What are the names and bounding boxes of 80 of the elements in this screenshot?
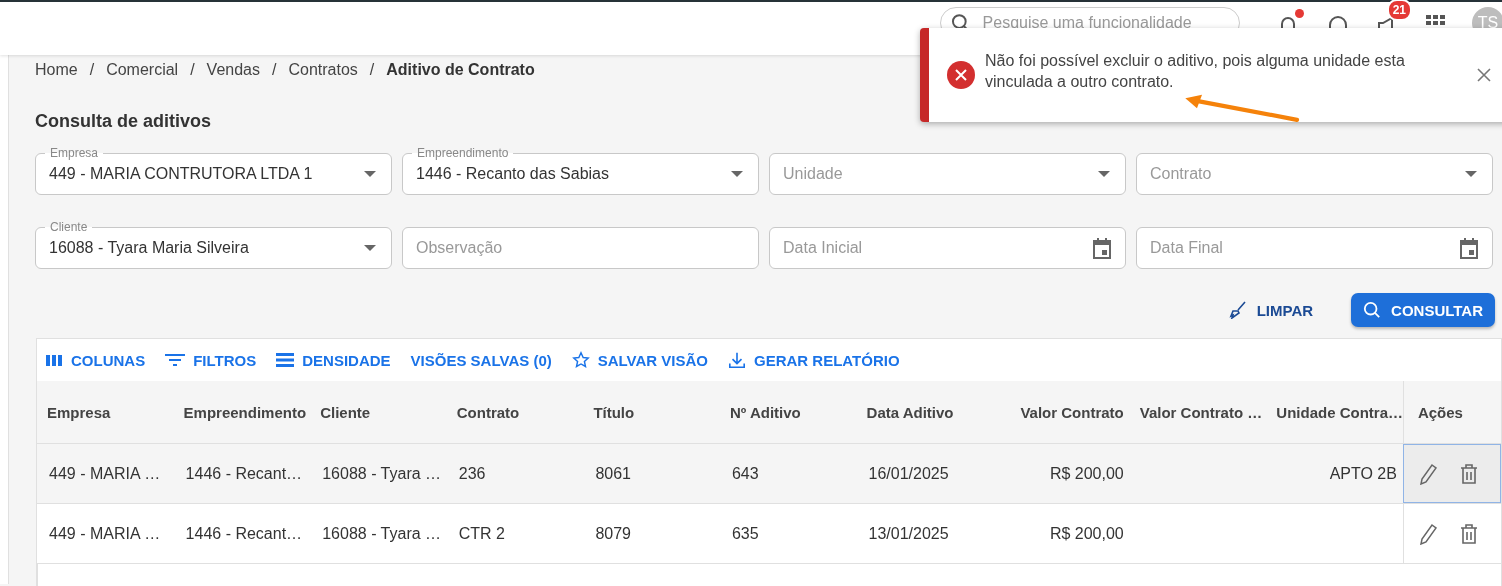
page-title: Consulta de aditivos — [35, 111, 213, 133]
field-placeholder: Unidade — [783, 165, 843, 183]
column-header[interactable]: Empresa — [37, 403, 121, 421]
table-cell-text: 449 - MARIA … — [48, 464, 162, 483]
breadcrumb-item[interactable]: Contratos — [288, 61, 358, 79]
field-placeholder: Contrato — [1150, 165, 1212, 183]
column-header: Ações — [1402, 381, 1501, 443]
breadcrumb-item[interactable]: Vendas — [206, 61, 260, 79]
field-label: Empreendimento — [412, 145, 514, 161]
table-cell-text: 8061 — [594, 464, 632, 483]
table-cell-text: 449 - MARIA … — [48, 524, 162, 543]
table-row[interactable]: 449 - MARIA … 1446 - Recant… 16088 - Tyara … CTR 2 8079 635 13/01/2025 R$ 200,00 — [37, 504, 1501, 564]
filter-icon — [165, 353, 186, 367]
dropdown-caret-icon — [1465, 171, 1477, 177]
table-cell-text: R$ 200,00 — [1048, 464, 1125, 483]
error-icon — [947, 61, 975, 89]
delete-trash-icon[interactable] — [1459, 523, 1478, 544]
search-button[interactable]: CONSULTAR — [1351, 293, 1495, 327]
dropdown-caret-icon — [731, 171, 743, 177]
field-value: 16088 - Tyara Maria Silveira — [49, 239, 249, 257]
table-cell-text: 1446 - Recant… — [184, 524, 304, 543]
table-cell-text: 635 — [730, 524, 760, 543]
breadcrumb-item[interactable]: Comercial — [106, 61, 179, 79]
table-cell-text: R$ 200,00 — [1048, 524, 1125, 543]
calendar-icon — [1092, 237, 1112, 259]
field-placeholder: Data Inicial — [783, 239, 863, 257]
column-header[interactable]: Data Aditivo — [856, 403, 964, 421]
table-row[interactable]: 449 - MARIA … 1446 - Recant… 16088 - Tyara … 236 8061 643 16/01/2025 R$ 200,00 APTO 2B — [37, 444, 1501, 504]
toolbar-button[interactable]: GERAR RELATÓRIO — [728, 351, 900, 369]
breadcrumb-separator: / — [369, 61, 375, 79]
breadcrumb-item: Aditivo de Contrato — [386, 61, 535, 79]
dropdown-caret-icon — [364, 171, 376, 177]
breadcrumb-separator: / — [272, 61, 277, 79]
star-icon — [571, 351, 590, 369]
table-cell-text: 16/01/2025 — [867, 464, 950, 483]
columns-icon — [45, 353, 63, 367]
breadcrumb-separator: / — [190, 61, 195, 79]
breadcrumb-item[interactable]: Home — [35, 61, 78, 79]
field-placeholder: Data Final — [1150, 239, 1223, 257]
filter-field[interactable]: Empresa 449 - MARIA CONTRUTORA LTDA 1 — [35, 145, 392, 195]
table-cell-text: CTR 2 — [457, 524, 506, 543]
density-icon — [276, 352, 295, 368]
dropdown-caret-icon — [1098, 171, 1110, 177]
table-cell-text: APTO 2B — [1328, 464, 1398, 483]
table-cell-text: 236 — [457, 464, 487, 483]
column-header[interactable]: Nº Aditivo — [719, 403, 811, 421]
toolbar-button[interactable]: COLUNAS — [45, 351, 146, 369]
error-message: Não foi possível excluir o aditivo, pois alguma unidade esta vinculada a outro contrato. — [985, 51, 1406, 92]
notification-badge: 21 — [1386, 0, 1412, 21]
broom-icon — [1228, 301, 1247, 319]
column-header[interactable]: Título — [583, 403, 645, 421]
field-value: 1446 - Recanto das Sabias — [416, 165, 609, 183]
table-cell-text: 8079 — [594, 524, 632, 543]
column-header[interactable]: Valor Contrato — [1010, 403, 1130, 421]
table-cell-text: 643 — [730, 464, 760, 483]
dropdown-caret-icon — [364, 245, 376, 251]
toolbar-button[interactable]: FILTROS — [165, 351, 257, 369]
clear-button[interactable]: LIMPAR — [1222, 293, 1320, 327]
toolbar-button[interactable]: DENSIDADE — [276, 351, 391, 369]
toolbar-button[interactable]: VISÕES SALVAS (0) — [410, 351, 552, 369]
calendar-icon — [1459, 237, 1479, 259]
table-cell-text: 16088 - Tyara … — [321, 464, 443, 483]
delete-trash-icon[interactable] — [1459, 463, 1478, 484]
column-header[interactable]: Contrato — [446, 403, 530, 421]
close-icon[interactable] — [1477, 68, 1491, 82]
field-placeholder: Observação — [416, 239, 503, 257]
search-input[interactable]: Pesquise uma funcionalidade — [980, 13, 1229, 33]
table-cell-text: 16088 - Tyara … — [321, 524, 443, 543]
edit-pencil-icon[interactable] — [1417, 522, 1438, 545]
breadcrumb-separator: / — [89, 61, 95, 79]
toolbar-button[interactable]: SALVAR VISÃO — [571, 351, 708, 369]
search-icon — [1363, 301, 1382, 319]
table-cell-text: 13/01/2025 — [867, 524, 950, 543]
filter-field[interactable]: Empreendimento 1446 - Recanto das Sabias — [402, 145, 759, 195]
filter-field[interactable]: Cliente 16088 - Tyara Maria Silveira — [35, 219, 392, 269]
field-value: 449 - MARIA CONTRUTORA LTDA 1 — [49, 165, 313, 183]
table-cell-text: 1446 - Recant… — [184, 464, 304, 483]
edit-pencil-icon[interactable] — [1417, 462, 1438, 485]
field-label: Empresa — [45, 145, 104, 161]
download-icon — [728, 351, 746, 369]
